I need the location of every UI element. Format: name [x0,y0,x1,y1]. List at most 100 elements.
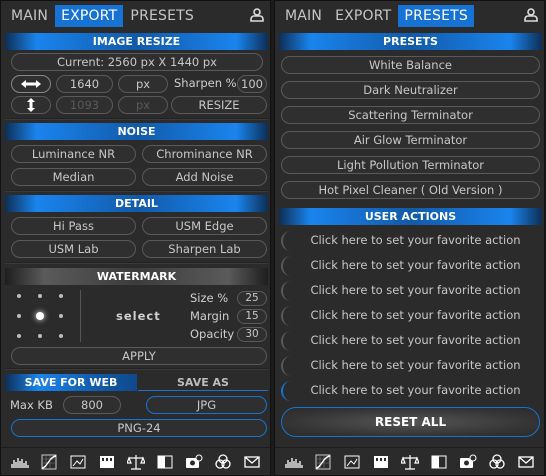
user-action-slot[interactable]: Click here to set your favorite action [281,381,540,401]
height-unit-select[interactable]: px [118,96,168,114]
position-top-left[interactable] [17,294,21,298]
height-toggle[interactable] [11,96,51,114]
presets-panel: MAIN EXPORT PRESETS PRESETS White Balanc… [274,0,545,476]
curves-icon[interactable] [40,453,58,471]
luminance-nr-button[interactable]: Luminance NR [11,145,136,163]
levels-icon[interactable] [343,453,361,471]
user-action-slot[interactable]: Click here to set your favorite action [281,256,540,276]
position-center-selected[interactable] [36,312,44,320]
margin-label: Margin [190,309,230,323]
color-wheel-icon[interactable] [214,453,232,471]
levels-icon[interactable] [69,453,87,471]
image-resize-header: IMAGE RESIZE [5,33,268,50]
current-size-display: Current: 2560 px X 1440 px [11,53,263,71]
max-kb-label: Max KB [10,398,53,412]
histogram-icon[interactable] [10,453,29,471]
balance-icon[interactable] [400,453,419,471]
reset-all-button[interactable]: RESET ALL [281,407,540,437]
mail-icon[interactable] [517,453,535,471]
sharpen-input[interactable]: 100 [237,75,267,93]
width-input[interactable]: 1640 [56,75,113,93]
position-bottom-left[interactable] [17,334,21,338]
divider [80,290,81,342]
divider [5,190,268,192]
divider [5,368,268,370]
preset-white-balance[interactable]: White Balance [281,56,540,74]
chrominance-nr-button[interactable]: Chrominance NR [142,145,267,163]
tab-main[interactable]: MAIN [5,5,54,27]
export-panel: MAIN EXPORT PRESETS IMAGE RESIZE Current… [0,0,271,476]
usm-edge-button[interactable]: USM Edge [142,217,267,235]
width-toggle[interactable] [11,75,51,93]
contrast-icon[interactable] [430,453,448,471]
detail-header: DETAIL [5,195,268,212]
camera-refresh-icon[interactable] [185,453,203,471]
position-top-center[interactable] [38,294,42,298]
position-bottom-right[interactable] [59,334,63,338]
noise-header: NOISE [5,123,268,140]
select-watermark-button[interactable]: select [116,309,161,323]
size-input[interactable]: 25 [237,291,267,306]
tab-bar: MAIN EXPORT PRESETS [1,1,270,31]
apply-watermark-button[interactable]: APPLY [11,347,267,365]
user-icon[interactable] [524,8,538,22]
median-button[interactable]: Median [11,168,136,186]
user-action-slot[interactable]: Click here to set your favorite action [281,356,540,376]
opacity-input[interactable]: 30 [237,327,267,342]
jpg-button[interactable]: JPG [146,396,267,414]
png-24-button[interactable]: PNG-24 [11,419,267,437]
color-wheel-icon[interactable] [488,453,506,471]
vertical-arrows-icon [27,98,35,112]
user-action-slot[interactable]: Click here to set your favorite action [281,281,540,301]
user-actions-header: USER ACTIONS [279,208,542,225]
user-icon[interactable] [250,8,264,22]
position-middle-right[interactable] [59,314,63,318]
horizontal-arrows-icon [21,80,41,88]
position-middle-left[interactable] [17,314,21,318]
user-action-slot[interactable]: Click here to set your favorite action [281,306,540,326]
mail-icon[interactable] [243,453,261,471]
margin-input[interactable]: 15 [237,309,267,324]
tab-bar: MAIN EXPORT PRESETS [275,1,544,31]
camera-refresh-icon[interactable] [459,453,477,471]
preset-hot-pixel-cleaner[interactable]: Hot Pixel Cleaner ( Old Version ) [281,181,540,199]
tab-main[interactable]: MAIN [279,5,328,27]
usm-lab-button[interactable]: USM Lab [11,240,136,258]
height-input[interactable]: 1093 [56,96,113,114]
film-icon[interactable] [98,453,116,471]
add-noise-button[interactable]: Add Noise [142,168,267,186]
save-as-tab[interactable]: SAVE AS [138,374,268,391]
hi-pass-button[interactable]: Hi Pass [11,217,136,235]
histogram-icon[interactable] [284,453,303,471]
tool-footer [275,447,544,475]
width-unit-select[interactable]: px [118,75,168,93]
balance-icon[interactable] [126,453,145,471]
sharpen-label: Sharpen % [174,76,237,90]
curves-icon[interactable] [314,453,332,471]
size-label: Size % [190,291,229,305]
tab-export[interactable]: EXPORT [55,5,124,27]
film-icon[interactable] [372,453,390,471]
tool-footer [1,447,270,475]
presets-header: PRESETS [279,33,542,50]
contrast-icon[interactable] [156,453,174,471]
preset-scattering-terminator[interactable]: Scattering Terminator [281,106,540,124]
position-bottom-center[interactable] [38,334,42,338]
watermark-position-grid[interactable] [11,288,75,344]
user-action-slot[interactable]: Click here to set your favorite action [281,231,540,251]
position-top-right[interactable] [59,294,63,298]
watermark-header: WATERMARK [5,268,268,285]
user-action-slot[interactable]: Click here to set your favorite action [281,331,540,351]
preset-dark-neutralizer[interactable]: Dark Neutralizer [281,81,540,99]
resize-button[interactable]: RESIZE [171,96,267,114]
sharpen-lab-button[interactable]: Sharpen Lab [142,240,267,258]
tab-export[interactable]: EXPORT [329,5,397,27]
save-for-web-tab[interactable]: SAVE FOR WEB [5,374,137,391]
tab-presets[interactable]: PRESETS [398,5,475,27]
divider [5,262,268,264]
max-kb-input[interactable]: 800 [63,396,121,414]
tab-presets[interactable]: PRESETS [124,5,200,27]
save-as-underline [138,390,268,391]
preset-air-glow-terminator[interactable]: Air Glow Terminator [281,131,540,149]
preset-light-pollution-terminator[interactable]: Light Pollution Terminator [281,156,540,174]
